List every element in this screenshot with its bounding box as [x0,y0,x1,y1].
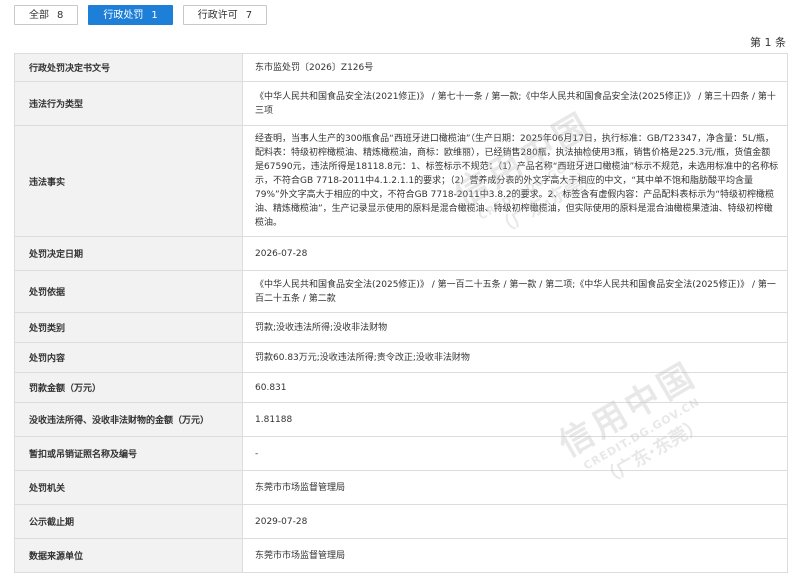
row-label: 处罚内容 [14,342,243,373]
table-row: 处罚机关 东莞市市场监督管理局 [14,470,788,505]
row-label: 行政处罚决定书文号 [14,53,243,82]
table-row: 违法事实 经查明，当事人生产的300瓶食品“西班牙进口橄榄油”（生产日期：2025… [14,125,788,237]
row-value: 2029-07-28 [242,504,788,539]
table-row: 处罚类别 罚款;没收违法所得;没收非法财物 [14,312,788,343]
tab-administrative-license[interactable]: 行政许可 7 [182,5,268,25]
row-label: 罚款金额（万元） [14,372,243,403]
row-value: 2026-07-28 [242,236,788,271]
table-row: 行政处罚决定书文号 东市监处罚〔2026〕Z126号 [14,53,788,82]
tab-penalty-count: 1 [151,10,158,21]
table-row: 处罚内容 罚款60.83万元;没收违法所得;责令改正;没收非法财物 [14,342,788,373]
tab-bar: 全部 8 行政处罚 1 行政许可 7 [14,5,268,25]
row-value: 东莞市市场监督管理局 [242,470,788,505]
row-label: 数据来源单位 [14,538,243,573]
row-label: 没收违法所得、没收非法财物的金额（万元） [14,402,243,437]
tab-penalty-label: 行政处罚 [103,10,144,21]
table-row: 处罚依据 《中华人民共和国食品安全法(2025修正)》 / 第一百二十五条 / 第… [14,270,788,313]
row-label: 公示截止期 [14,504,243,539]
tab-administrative-penalty[interactable]: 行政处罚 1 [88,5,173,25]
tab-license-label: 行政许可 [197,10,238,21]
row-value: 1.81188 [242,402,788,437]
tab-all-label: 全部 [29,10,49,21]
row-label: 处罚决定日期 [14,236,243,271]
row-value: - [242,436,788,471]
table-row: 公示截止期 2029-07-28 [14,504,788,539]
row-value: 《中华人民共和国食品安全法(2025修正)》 / 第一百二十五条 / 第一款 /… [242,270,788,313]
table-row: 违法行为类型 《中华人民共和国食品安全法(2021修正)》 / 第七十一条 / 第… [14,81,788,126]
table-row: 没收违法所得、没收非法财物的金额（万元） 1.81188 [14,402,788,437]
row-label: 暂扣或吊销证照名称及编号 [14,436,243,471]
row-value: 经查明，当事人生产的300瓶食品“西班牙进口橄榄油”（生产日期：2025年06月… [242,125,788,237]
penalty-detail-table: 行政处罚决定书文号 东市监处罚〔2026〕Z126号 违法行为类型 《中华人民共和国… [14,53,788,573]
tab-all[interactable]: 全部 8 [14,5,79,25]
table-row: 处罚决定日期 2026-07-28 [14,236,788,271]
row-value: 60.831 [242,372,788,403]
table-row: 暂扣或吊销证照名称及编号 - [14,436,788,471]
table-row: 数据来源单位 东莞市市场监督管理局 [14,538,788,573]
tab-license-count: 7 [245,10,253,21]
row-label: 处罚机关 [14,470,243,505]
row-label: 处罚依据 [14,270,243,313]
tab-all-count: 8 [57,10,64,21]
row-label: 违法行为类型 [14,81,243,126]
page-indicator: 第 1 条 [750,36,786,49]
row-value: 罚款60.83万元;没收违法所得;责令改正;没收非法财物 [242,342,788,373]
row-value: 《中华人民共和国食品安全法(2021修正)》 / 第七十一条 / 第一款;《中华… [242,81,788,126]
row-label: 处罚类别 [14,312,243,343]
row-value: 东市监处罚〔2026〕Z126号 [242,53,788,82]
table-row: 罚款金额（万元） 60.831 [14,372,788,403]
row-value: 罚款;没收违法所得;没收非法财物 [242,312,788,343]
row-value: 东莞市市场监督管理局 [242,538,788,573]
row-label: 违法事实 [14,125,243,237]
